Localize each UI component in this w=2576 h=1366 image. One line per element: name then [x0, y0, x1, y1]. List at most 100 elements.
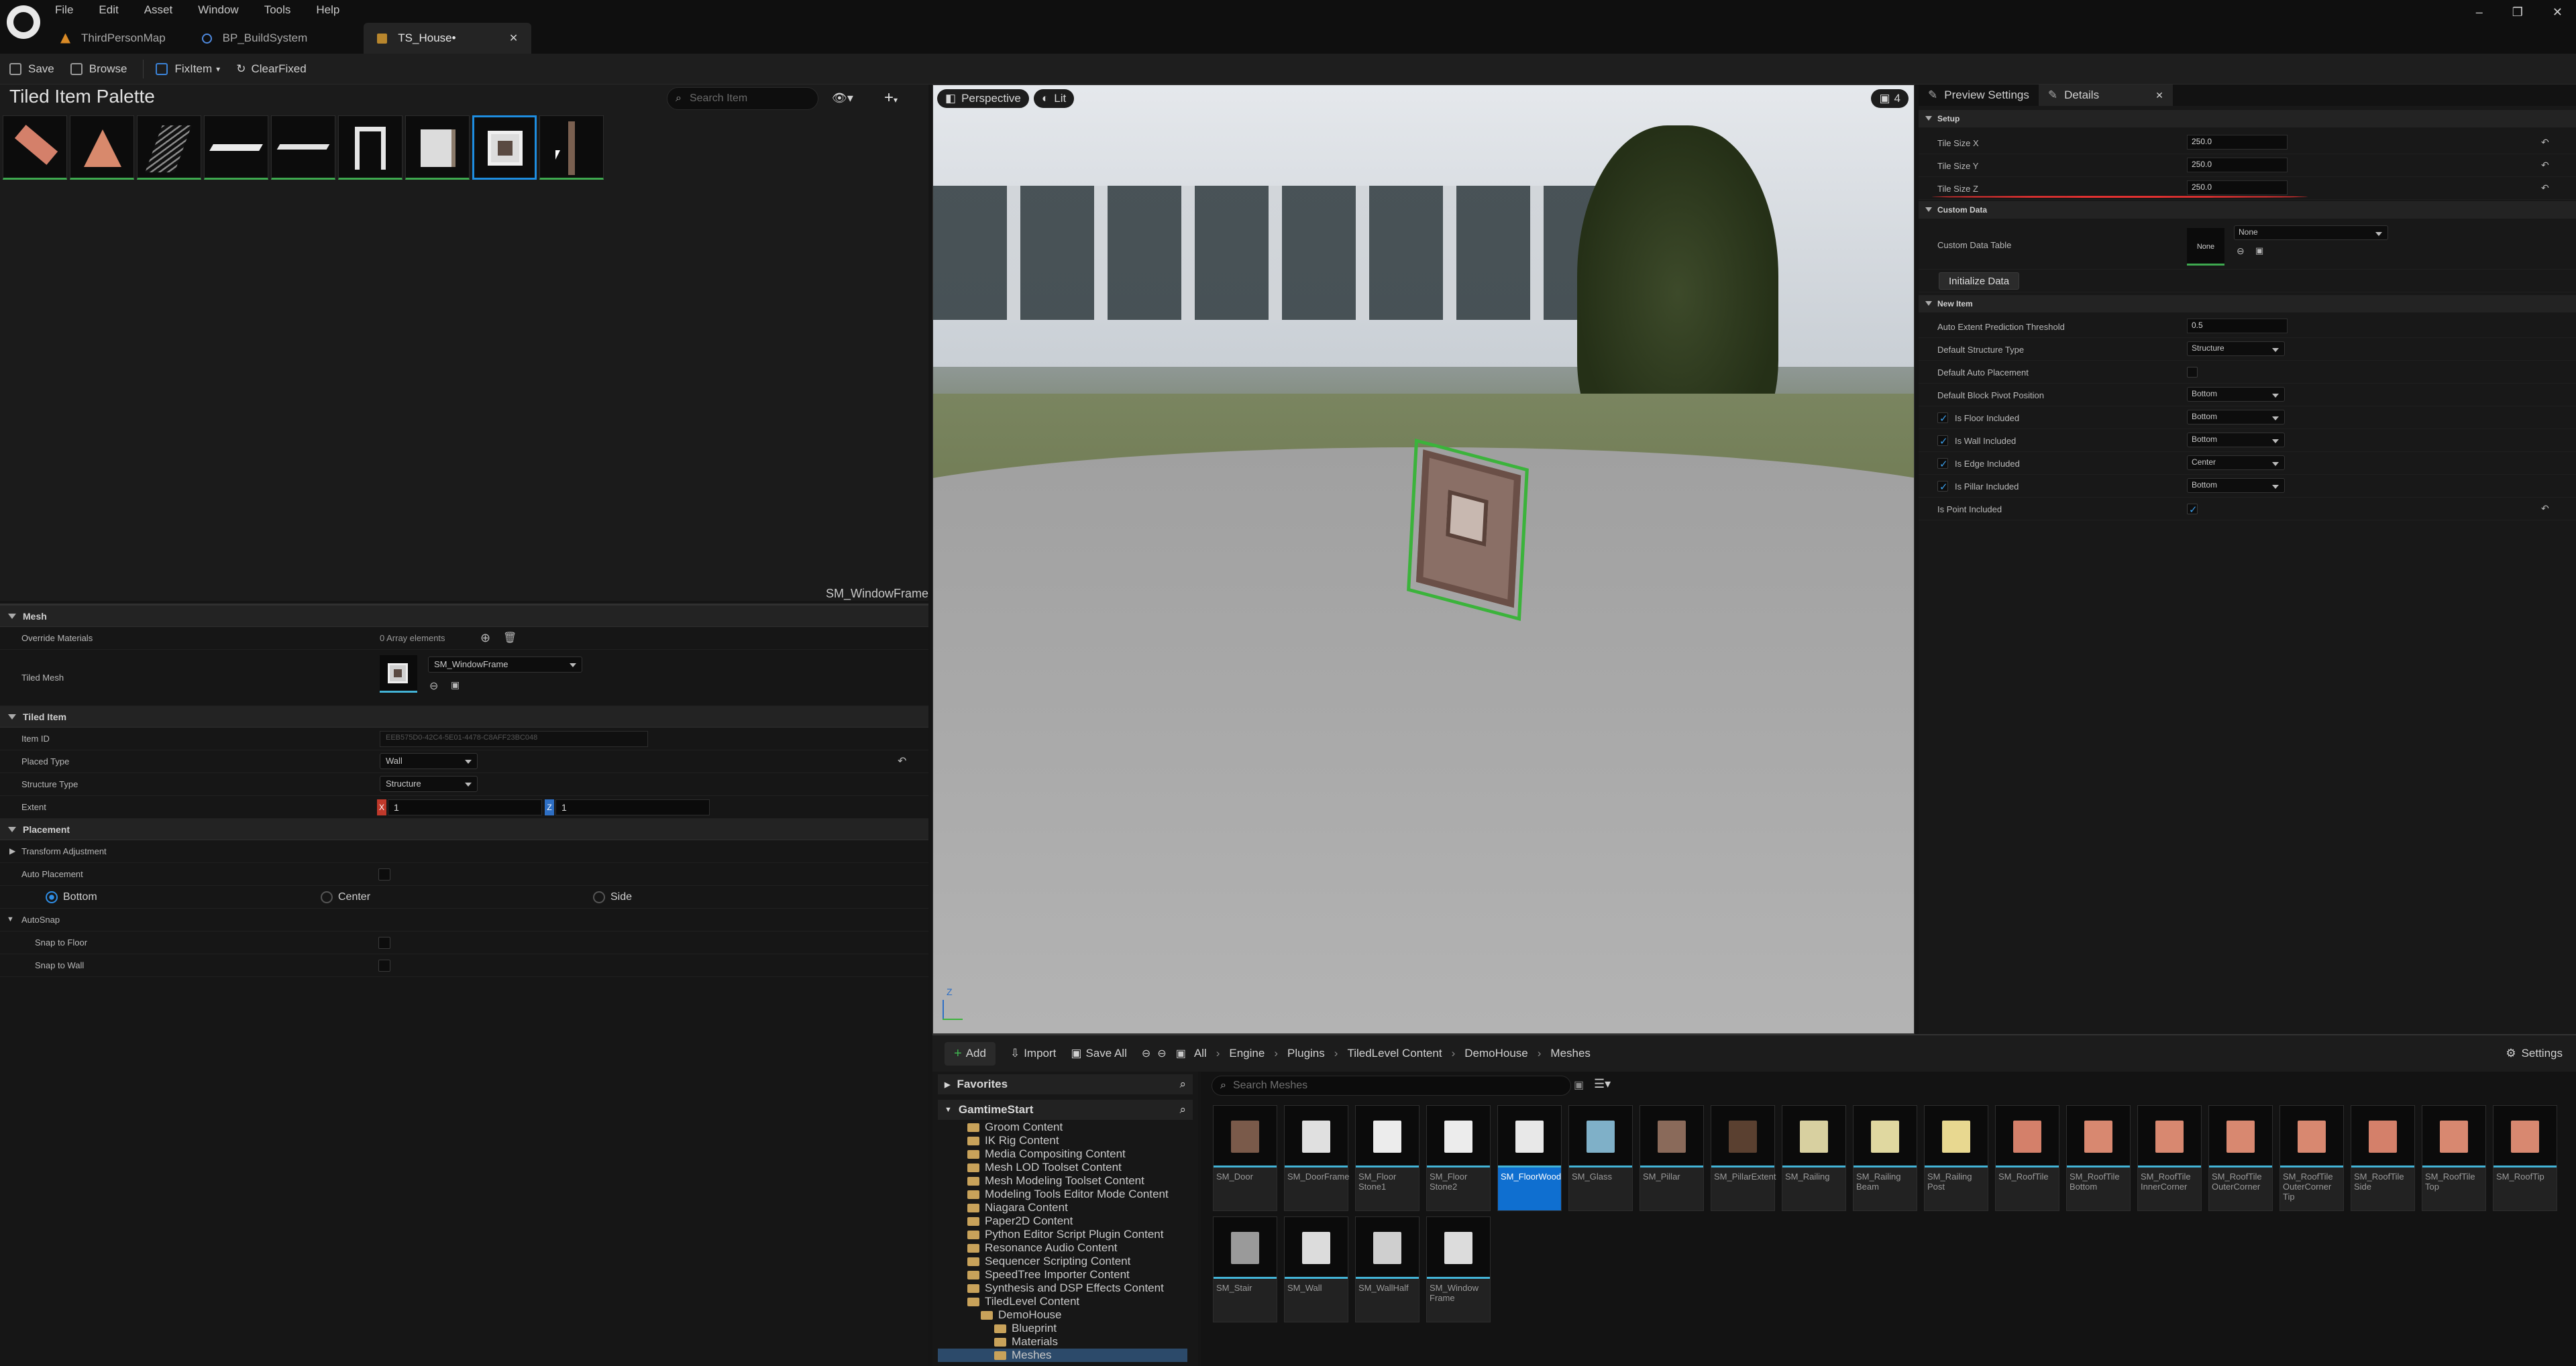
breadcrumb-plugins[interactable]: Plugins [1287, 1047, 1325, 1060]
palette-item-pillar[interactable] [539, 115, 604, 180]
reset-icon[interactable]: ↶ [2541, 137, 2549, 148]
favorites-header[interactable]: ▶ Favorites ⌕ [938, 1074, 1193, 1094]
trash-icon[interactable]: 🗑 [503, 631, 517, 644]
asset-tile[interactable]: SM_RoofTile InnerCorner [2137, 1105, 2202, 1211]
tree-item[interactable]: Sequencer Scripting Content [967, 1255, 1130, 1268]
breadcrumb-meshes[interactable]: Meshes [1550, 1047, 1591, 1060]
asset-tile[interactable]: SM_Railing Beam [1853, 1105, 1917, 1211]
asset-tile[interactable]: SM_Door [1213, 1105, 1277, 1211]
save-all-button[interactable]: ▣ Save All [1071, 1047, 1127, 1060]
history-back-icon[interactable]: ⊖ [1142, 1047, 1150, 1060]
tree-item[interactable]: Mesh LOD Toolset Content [967, 1161, 1122, 1174]
reset-icon[interactable]: ↶ [2541, 182, 2549, 194]
add-button[interactable]: + Add [945, 1041, 996, 1066]
reset-icon[interactable]: ↶ [898, 754, 906, 768]
tree-item[interactable]: DemoHouse [981, 1308, 1062, 1322]
palette-item-windowframe[interactable] [472, 115, 537, 180]
autosnap-row[interactable]: ▼ AutoSnap [0, 909, 928, 931]
unreal-logo-icon[interactable] [7, 5, 40, 39]
category-new-item[interactable]: New Item [1919, 295, 2576, 312]
wall-included-checkbox[interactable] [1937, 435, 1948, 446]
item-id-field[interactable]: EEB575D0-42C4-5E01-4478-C8AFF23BC048 [380, 731, 648, 747]
browse-asset-icon[interactable]: ⊖ [2237, 245, 2245, 257]
add-item-button[interactable]: +▾ [884, 89, 898, 107]
perspective-button[interactable]: ◧ Perspective [937, 89, 1029, 108]
snap-wall-checkbox[interactable] [378, 960, 390, 972]
tree-item[interactable]: Resonance Audio Content [967, 1241, 1118, 1255]
search-item-input[interactable]: ⌕ Search Item [667, 87, 818, 110]
edge-included-dropdown[interactable]: Center [2187, 455, 2285, 470]
browse-asset-icon[interactable]: ⊖ [429, 679, 438, 693]
close-icon[interactable]: ✕ [2553, 5, 2563, 19]
tree-item[interactable]: Groom Content [967, 1121, 1063, 1134]
default-pivot-dropdown[interactable]: Bottom [2187, 387, 2285, 402]
minimize-icon[interactable]: – [2476, 5, 2483, 19]
palette-item-roof-corner[interactable] [70, 115, 134, 180]
point-included-checkbox[interactable] [2187, 504, 2198, 514]
palette-item-floor-2[interactable] [271, 115, 335, 180]
save-button[interactable]: Save [9, 62, 54, 76]
save-search-icon[interactable]: ▣ [1574, 1078, 1584, 1092]
tab-thirdpersonmap[interactable]: ThirdPersonMap [47, 23, 179, 54]
asset-tile[interactable]: SM_PillarExtent [1711, 1105, 1776, 1211]
folder-icon[interactable]: ▣ [2255, 245, 2263, 256]
category-custom-data[interactable]: Custom Data [1919, 201, 2576, 219]
asset-tile[interactable]: SM_Window Frame [1426, 1216, 1491, 1322]
pillar-included-dropdown[interactable]: Bottom [2187, 478, 2285, 493]
tile-size-x-field[interactable]: 250.0 [2187, 135, 2288, 150]
edge-included-checkbox[interactable] [1937, 458, 1948, 469]
tab-details[interactable]: ✎ Details ✕ [2038, 84, 2173, 106]
reset-icon[interactable]: ↶ [2541, 503, 2549, 514]
tree-item[interactable]: Paper2D Content [967, 1214, 1073, 1228]
close-tab-icon[interactable]: ✕ [2155, 90, 2163, 101]
asset-tile[interactable]: SM_RoofTile [1995, 1105, 2059, 1211]
palette-item-stair[interactable] [137, 115, 201, 180]
palette-item-doorframe[interactable] [338, 115, 402, 180]
tree-item[interactable]: Blueprint [994, 1322, 1057, 1335]
asset-tile[interactable]: SM_Stair [1213, 1216, 1277, 1322]
asset-tile[interactable]: SM_DoorFrame [1284, 1105, 1349, 1211]
preview-viewport[interactable]: ◧ Perspective ◐ Lit ▣ 4 Z [932, 84, 1915, 1034]
breadcrumb-all[interactable]: All [1194, 1047, 1207, 1060]
camera-speed-button[interactable]: ▣ 4 [1871, 89, 1909, 108]
placed-type-dropdown[interactable]: Wall [380, 753, 478, 769]
tree-item[interactable]: Mesh Modeling Toolset Content [967, 1174, 1144, 1188]
custom-data-table-dropdown[interactable]: None [2234, 225, 2388, 240]
asset-tile[interactable]: SM_Railing [1782, 1105, 1846, 1211]
add-element-icon[interactable]: ⊕ [480, 631, 490, 645]
structure-type-dropdown[interactable]: Structure [380, 776, 478, 792]
radio-side[interactable] [593, 891, 605, 903]
menu-file[interactable]: File [55, 3, 73, 17]
menu-asset[interactable]: Asset [144, 3, 173, 17]
wall-included-dropdown[interactable]: Bottom [2187, 433, 2285, 447]
radio-bottom[interactable] [46, 891, 58, 903]
tile-size-z-field[interactable]: 250.0 [2187, 180, 2288, 195]
asset-tile[interactable]: SM_RoofTile Side [2351, 1105, 2415, 1211]
tree-item[interactable]: Niagara Content [967, 1201, 1068, 1214]
asset-tile[interactable]: SM_Railing Post [1924, 1105, 1988, 1211]
search-icon[interactable]: ⌕ [1179, 1103, 1186, 1117]
project-root-header[interactable]: ▼ GamtimeStart ⌕ [938, 1100, 1193, 1120]
auto-placement-checkbox[interactable] [378, 868, 390, 880]
asset-tile[interactable]: SM_RoofTip [2493, 1105, 2557, 1211]
tree-item[interactable]: Materials [994, 1335, 1058, 1349]
tree-item[interactable]: IK Rig Content [967, 1134, 1059, 1147]
maximize-icon[interactable]: ❐ [2512, 5, 2523, 19]
radio-center[interactable] [321, 891, 333, 903]
category-placement[interactable]: Placement [0, 819, 928, 840]
lit-button[interactable]: ◐ Lit [1034, 89, 1075, 108]
extent-x-field[interactable]: 1 [388, 799, 542, 815]
menu-edit[interactable]: Edit [99, 3, 118, 17]
category-mesh[interactable]: Mesh [0, 606, 928, 627]
default-auto-placement-checkbox[interactable] [2187, 367, 2198, 378]
mesh-thumbnail[interactable] [380, 655, 417, 693]
tree-item[interactable]: SpeedTree Importer Content [967, 1268, 1130, 1282]
tab-ts-house[interactable]: TS_House• ✕ [364, 23, 532, 54]
asset-tile[interactable]: SM_Wall [1284, 1216, 1348, 1322]
floor-included-dropdown[interactable]: Bottom [2187, 410, 2285, 424]
filter-dropdown[interactable]: ☰▾ [1594, 1077, 1611, 1091]
tile-size-y-field[interactable]: 250.0 [2187, 158, 2288, 172]
tree-item[interactable]: Synthesis and DSP Effects Content [967, 1282, 1164, 1295]
extent-z-field[interactable]: 1 [555, 799, 710, 815]
auto-extent-field[interactable]: 0.5 [2187, 319, 2288, 333]
